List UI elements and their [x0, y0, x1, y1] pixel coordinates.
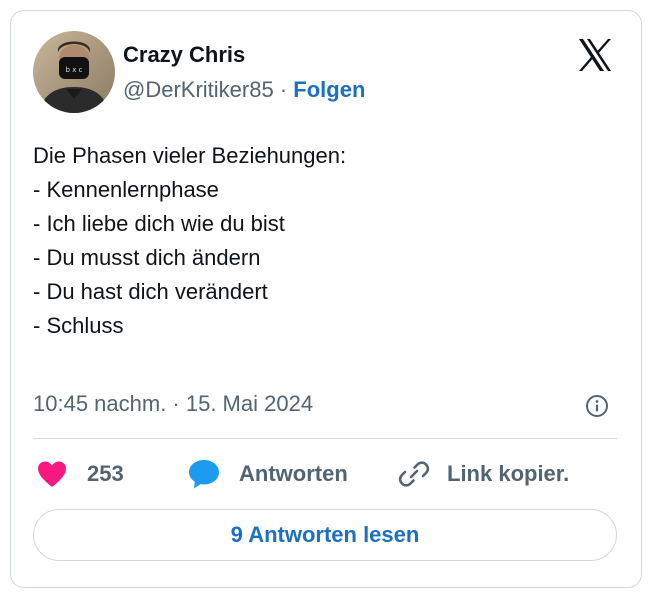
tweet-line: - Schluss [33, 313, 124, 338]
author-handle-row: @DerKritiker85 · Folgen [123, 77, 365, 103]
avatar[interactable]: b x c [33, 31, 115, 113]
tweet-text: Die Phasen vieler Beziehungen: - Kennenl… [33, 139, 346, 343]
tweet-line: - Ich liebe dich wie du bist [33, 211, 285, 236]
read-replies-button[interactable]: 9 Antworten lesen [33, 509, 617, 561]
heart-icon [37, 460, 67, 488]
link-icon [397, 457, 431, 491]
separator-dot: · [279, 77, 288, 102]
action-bar: 253 Antworten Link kopier. [33, 457, 623, 491]
x-logo-icon[interactable] [577, 37, 613, 73]
author-handle[interactable]: @DerKritiker85 [123, 77, 274, 102]
tweet-line: - Du musst dich ändern [33, 245, 261, 270]
like-button[interactable]: 253 [37, 457, 124, 491]
reply-button[interactable]: Antworten [187, 457, 348, 491]
info-icon[interactable] [585, 394, 609, 418]
tweet-timestamp[interactable]: 10:45 nachm. · 15. Mai 2024 [33, 391, 313, 417]
author-name[interactable]: Crazy Chris [123, 42, 245, 68]
copy-link-button[interactable]: Link kopier. [397, 457, 569, 491]
tweet-card: b x c Crazy Chris @DerKritiker85 · Folge… [10, 10, 642, 588]
like-count: 253 [87, 461, 124, 486]
copy-link-label: Link kopier. [447, 461, 570, 486]
reply-label: Antworten [239, 461, 348, 486]
tweet-line: - Kennenlernphase [33, 177, 219, 202]
speech-bubble-icon [187, 458, 221, 490]
divider [33, 438, 617, 439]
follow-button[interactable]: Folgen [293, 77, 365, 102]
svg-text:b x c: b x c [66, 66, 83, 74]
tweet-line: - Du hast dich verändert [33, 279, 268, 304]
tweet-line: Die Phasen vieler Beziehungen: [33, 143, 347, 168]
